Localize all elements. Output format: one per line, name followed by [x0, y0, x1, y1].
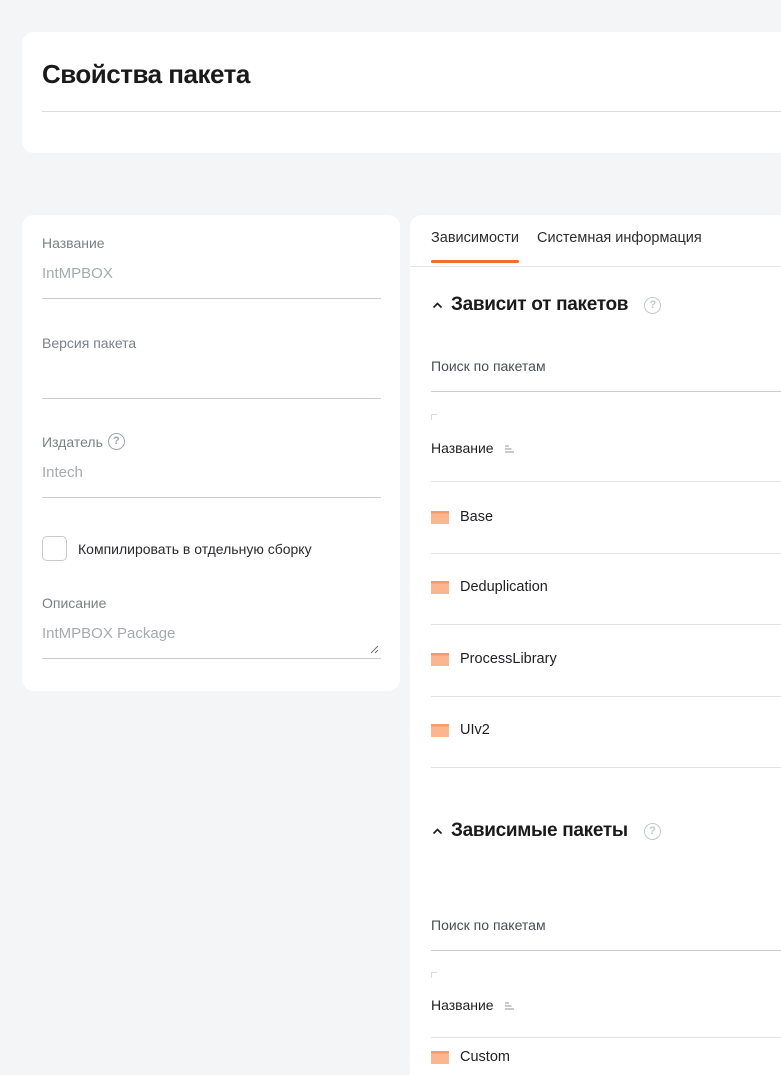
compile-checkbox-row[interactable]: Компилировать в отдельную сборку	[42, 536, 312, 561]
search-input[interactable]: Поиск по пакетам	[431, 352, 781, 392]
compile-label: Компилировать в отдельную сборку	[78, 540, 312, 557]
header-divider	[42, 111, 781, 112]
package-name: UIv2	[460, 722, 490, 738]
package-name: Base	[460, 509, 494, 525]
row-divider	[431, 767, 781, 768]
compile-checkbox[interactable]	[42, 536, 67, 561]
publisher-label-row: Издатель ?	[42, 433, 381, 450]
package-name: Custom	[460, 1049, 510, 1065]
package-properties-form: Название IntMPBOX Версия пакета Издатель…	[22, 215, 400, 691]
folder-icon	[431, 510, 449, 524]
name-input[interactable]: IntMPBOX	[42, 265, 381, 299]
row-divider	[431, 624, 781, 625]
column-header-label: Название	[431, 440, 494, 456]
table-row[interactable]: ProcessLibrary	[431, 651, 781, 667]
publisher-label: Издатель	[42, 433, 103, 450]
table-row[interactable]: Deduplication	[431, 579, 781, 595]
publisher-field: Издатель ? Intech	[42, 433, 381, 498]
tab-system-info[interactable]: Системная информация	[537, 230, 702, 263]
description-text: IntMPBOX Package	[42, 625, 176, 642]
sort-icon[interactable]	[504, 443, 515, 454]
package-name: Deduplication	[460, 579, 548, 595]
folder-icon	[431, 580, 449, 594]
row-divider	[431, 481, 781, 482]
column-header-label: Название	[431, 997, 494, 1013]
version-field: Версия пакета	[42, 335, 381, 399]
name-label: Название	[42, 235, 105, 251]
table-row[interactable]: UIv2	[431, 722, 781, 738]
table-row[interactable]: Base	[431, 509, 781, 525]
description-label: Описание	[42, 595, 107, 611]
description-textarea[interactable]: IntMPBOX Package	[42, 625, 381, 659]
depends-on-header[interactable]: Зависит от пакетов ?	[432, 294, 662, 316]
tab-dependencies[interactable]: Зависимости	[431, 230, 519, 263]
resize-handle-icon[interactable]	[369, 644, 379, 654]
column-resize-mark	[431, 972, 437, 978]
question-circle-icon[interactable]: ?	[643, 822, 661, 840]
sort-icon[interactable]	[504, 1000, 515, 1011]
folder-icon	[431, 652, 449, 666]
description-field: Описание IntMPBOX Package	[42, 595, 381, 659]
question-circle-icon[interactable]: ?	[644, 296, 662, 314]
chevron-up-icon[interactable]	[432, 300, 443, 311]
row-divider	[431, 696, 781, 697]
column-resize-mark	[431, 414, 437, 420]
version-label: Версия пакета	[42, 335, 137, 351]
publisher-input[interactable]: Intech	[42, 464, 381, 498]
page-title: Свойства пакета	[42, 59, 250, 89]
question-circle-icon[interactable]: ?	[107, 433, 125, 450]
depends-on-title: Зависит от пакетов	[451, 294, 629, 315]
folder-icon	[431, 723, 449, 737]
folder-icon	[431, 1050, 449, 1064]
dependents-title: Зависимые пакеты	[451, 820, 628, 841]
tabs-divider	[410, 266, 781, 267]
dependencies-panel: Зависимости Системная информация Зависит…	[410, 215, 781, 1075]
search-input[interactable]: Поиск по пакетам	[431, 911, 781, 951]
name-field: Название IntMPBOX	[42, 235, 381, 299]
column-header-name[interactable]: Название	[431, 440, 781, 456]
table-row[interactable]: Custom	[431, 1037, 781, 1075]
row-divider	[431, 553, 781, 554]
package-name: ProcessLibrary	[460, 651, 557, 667]
tabs: Зависимости Системная информация	[431, 230, 702, 263]
column-header-name[interactable]: Название	[431, 997, 781, 1013]
version-input[interactable]	[42, 365, 381, 399]
header-card: Свойства пакета	[22, 32, 781, 153]
chevron-up-icon[interactable]	[432, 826, 443, 837]
dependents-header[interactable]: Зависимые пакеты ?	[432, 820, 661, 842]
